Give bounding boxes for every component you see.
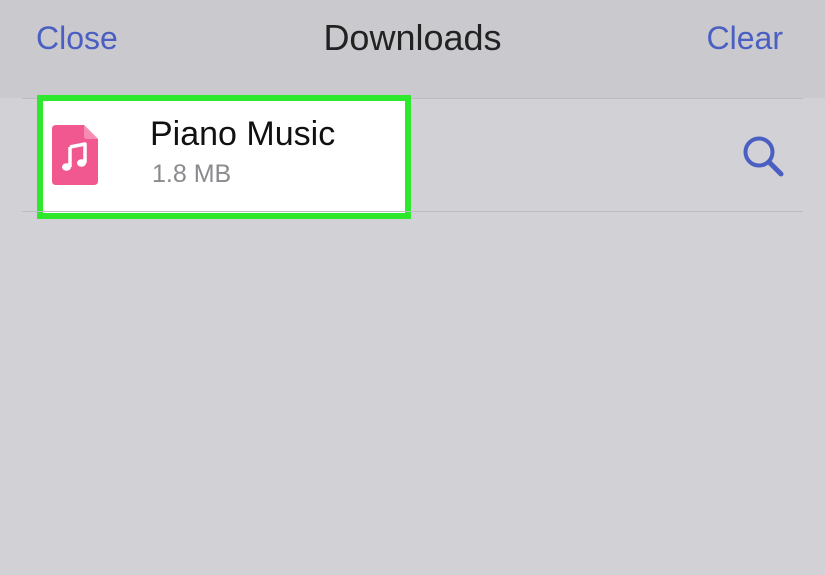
divider bbox=[22, 211, 803, 212]
music-file-icon bbox=[52, 125, 98, 185]
search-icon[interactable] bbox=[740, 135, 786, 179]
file-name: Piano Music bbox=[150, 115, 336, 153]
page-title: Downloads bbox=[323, 17, 502, 58]
clear-button[interactable]: Clear bbox=[707, 18, 783, 58]
file-size: 1.8 MB bbox=[152, 160, 232, 188]
